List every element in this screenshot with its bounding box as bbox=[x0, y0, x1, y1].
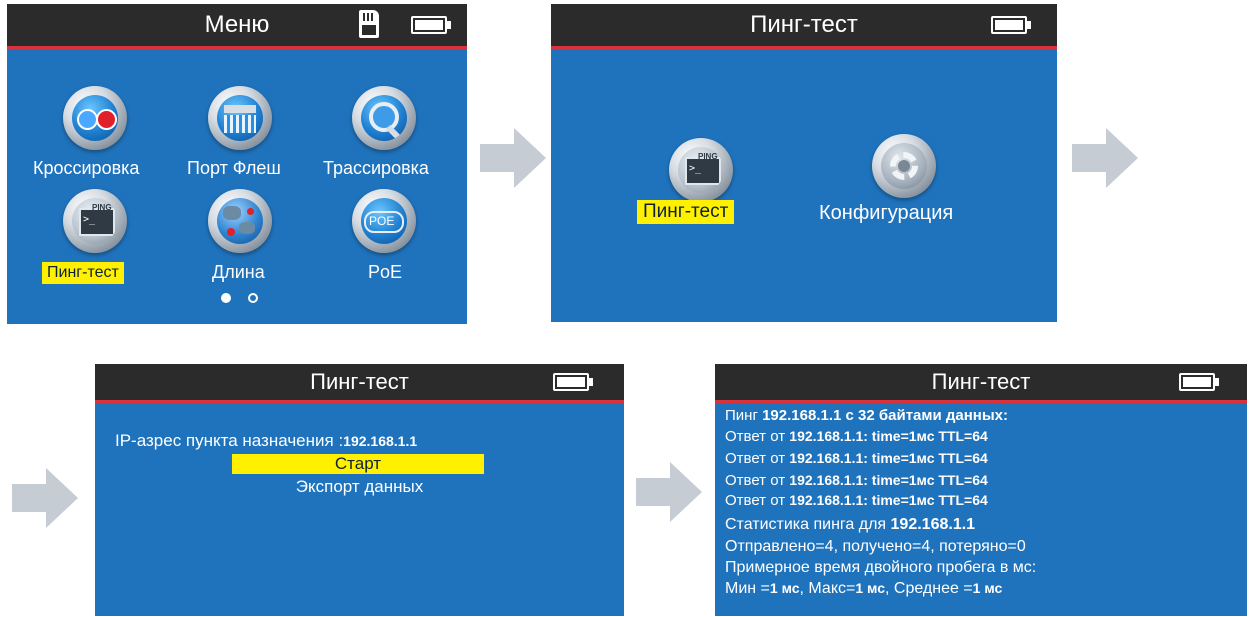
reply-value: 192.168.1.1: time=1мс TTL=64 bbox=[789, 472, 988, 488]
submenu-item-ping-test[interactable]: Пинг-тест bbox=[637, 200, 735, 224]
menu-item-wiremap[interactable]: Кроссировка bbox=[33, 158, 139, 179]
page-dot-active[interactable] bbox=[221, 293, 231, 303]
stats-prefix: Статистика пинга для bbox=[725, 516, 891, 533]
reply-value: 192.168.1.1: time=1мс TTL=64 bbox=[789, 492, 988, 508]
reply-line: Ответ от 192.168.1.1: time=1мс TTL=64 bbox=[725, 450, 988, 467]
menu-item-trace[interactable]: Трассировка bbox=[323, 158, 429, 179]
sent-received-line: Отправлено=4, получено=4, потеряно=0 bbox=[725, 538, 1026, 555]
ping-prefix: Пинг bbox=[725, 407, 763, 424]
reply-value: 192.168.1.1: time=1мс TTL=64 bbox=[789, 428, 988, 444]
gear-icon[interactable] bbox=[872, 134, 936, 198]
avg-value: 1 мс bbox=[972, 580, 1003, 596]
ping-start-title: Пинг-тест bbox=[310, 369, 409, 394]
max-value: 1 мс bbox=[855, 580, 885, 596]
reply-line: Ответ от 192.168.1.1: time=1мс TTL=64 bbox=[725, 472, 988, 489]
reply-prefix: Ответ от bbox=[725, 428, 790, 445]
ping-icon-text: PING bbox=[698, 152, 718, 161]
arrow-right-icon bbox=[1072, 128, 1138, 188]
sd-card-icon bbox=[359, 10, 379, 38]
wiremap-icon[interactable] bbox=[63, 86, 127, 150]
poe-icon[interactable]: POE bbox=[352, 189, 416, 253]
min-value: 1 мс bbox=[769, 580, 800, 596]
ping-results-title: Пинг-тест bbox=[931, 369, 1031, 394]
max-label: , Макс= bbox=[799, 580, 856, 597]
ping-start-titlebar: Пинг-тест bbox=[95, 364, 624, 403]
menu-screen: Меню Кроссировка Порт Флеш Трассировка P… bbox=[7, 4, 467, 324]
start-button[interactable]: Старт bbox=[232, 454, 484, 474]
ping-start-screen: Пинг-тест IP-азрес пункта назначения :19… bbox=[95, 364, 624, 616]
menu-item-port-flash[interactable]: Порт Флеш bbox=[187, 158, 281, 179]
arrow-right-icon bbox=[480, 128, 546, 188]
ping-results-screen: Пинг-тест Пинг 192.168.1.1 с 32 байтами … bbox=[715, 364, 1247, 616]
ping-submenu-titlebar: Пинг-тест bbox=[551, 4, 1057, 49]
ping-submenu-screen: Пинг-тест PING >_ Пинг-тест Конфигурация bbox=[551, 4, 1057, 322]
export-data-button[interactable]: Экспорт данных bbox=[95, 477, 624, 497]
ping-submenu-title: Пинг-тест bbox=[750, 11, 858, 38]
port-flash-icon[interactable] bbox=[208, 86, 272, 150]
ping-icon-text: PING bbox=[92, 203, 112, 212]
stats-ip: 192.168.1.1 bbox=[890, 516, 976, 533]
length-icon[interactable] bbox=[208, 189, 272, 253]
menu-item-ping[interactable]: Пинг-тест bbox=[42, 262, 124, 284]
ip-address-row[interactable]: IP-азрес пункта назначения :192.168.1.1 bbox=[115, 431, 417, 451]
menu-item-length[interactable]: Длина bbox=[212, 262, 265, 283]
menu-title: Меню bbox=[204, 11, 270, 38]
ping-test-icon[interactable]: PING >_ bbox=[669, 138, 733, 202]
battery-icon bbox=[411, 16, 451, 34]
rtt-line: Примерное время двойного пробега в мс: bbox=[725, 559, 1037, 576]
stats-header-line: Статистика пинга для 192.168.1.1 bbox=[725, 516, 975, 534]
arrow-right-icon bbox=[636, 462, 702, 522]
reply-prefix: Ответ от bbox=[725, 472, 790, 489]
reply-prefix: Ответ от bbox=[725, 492, 790, 509]
ip-address-value[interactable]: 192.168.1.1 bbox=[343, 433, 417, 449]
battery-icon bbox=[553, 373, 593, 391]
battery-icon bbox=[991, 16, 1031, 34]
min-max-avg-line: Мин =1 мс, Макс=1 мс, Среднее =1 мс bbox=[725, 580, 1002, 598]
ping-target: 192.168.1.1 с 32 байтами данных: bbox=[762, 407, 1008, 424]
arrow-right-icon bbox=[12, 468, 78, 528]
menu-item-poe[interactable]: PoE bbox=[368, 262, 402, 283]
min-label: Мин = bbox=[725, 580, 770, 597]
reply-line: Ответ от 192.168.1.1: time=1мс TTL=64 bbox=[725, 492, 988, 509]
trace-icon[interactable] bbox=[352, 86, 416, 150]
ip-address-label: IP-азрес пункта назначения : bbox=[115, 431, 344, 450]
reply-line: Ответ от 192.168.1.1: time=1мс TTL=64 bbox=[725, 428, 988, 445]
ping-header-line: Пинг 192.168.1.1 с 32 байтами данных: bbox=[725, 407, 1008, 424]
reply-value: 192.168.1.1: time=1мс TTL=64 bbox=[789, 450, 988, 466]
avg-label: , Среднее = bbox=[885, 580, 973, 597]
battery-icon bbox=[1179, 373, 1219, 391]
menu-titlebar: Меню bbox=[7, 4, 467, 49]
ping-results-titlebar: Пинг-тест bbox=[715, 364, 1247, 403]
reply-prefix: Ответ от bbox=[725, 450, 790, 467]
page-dot-inactive[interactable] bbox=[248, 293, 258, 303]
ping-icon[interactable]: PING >_ bbox=[63, 189, 127, 253]
submenu-item-configuration[interactable]: Конфигурация bbox=[819, 202, 953, 225]
poe-icon-text: POE bbox=[369, 214, 395, 228]
